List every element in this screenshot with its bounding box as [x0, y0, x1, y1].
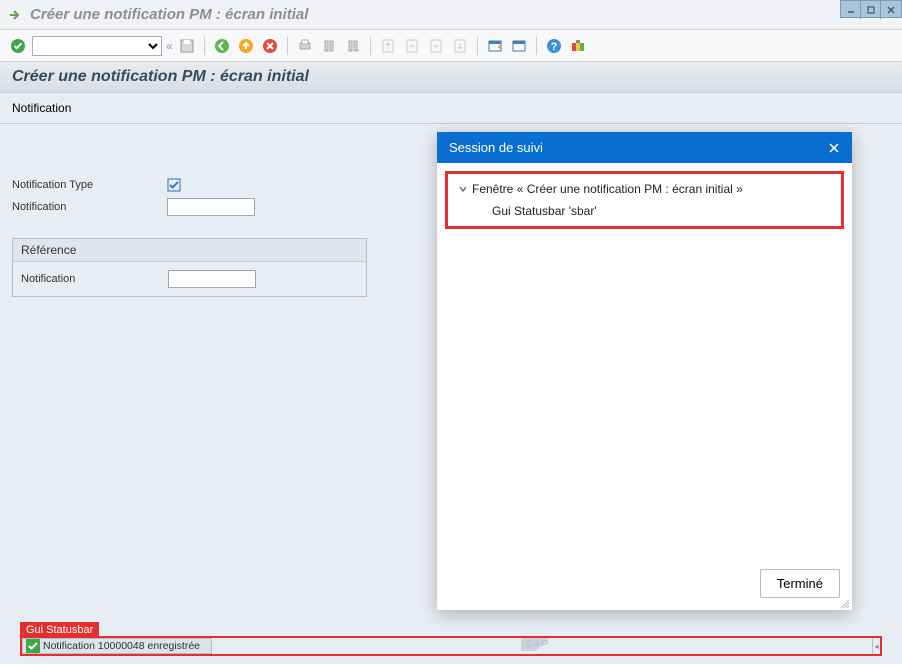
label-ref-notification: Notification [21, 273, 168, 285]
success-icon [26, 639, 40, 653]
session-popup: Session de suivi Fenêtre « Créer une not… [437, 132, 852, 610]
page-title: Créer une notification PM : écran initia… [12, 68, 890, 86]
input-ref-notification[interactable] [168, 270, 256, 288]
toolbar-divider [477, 37, 478, 55]
toolbar-divider [536, 37, 537, 55]
sap-logo: SAP [521, 638, 563, 651]
statusbar-fill: SAP [212, 638, 872, 654]
command-field[interactable] [32, 36, 162, 56]
tree-child-label: Gui Statusbar 'sbar' [492, 204, 597, 218]
popup-title-text: Session de suivi [449, 140, 543, 155]
input-notification[interactable] [167, 198, 255, 216]
close-button[interactable] [881, 1, 901, 19]
tab-notification[interactable]: Notification [12, 101, 71, 115]
status-expand-icon[interactable]: ◂ [872, 638, 880, 654]
toolbar-divider [370, 37, 371, 55]
resize-grip-icon[interactable] [838, 596, 850, 608]
customize-icon[interactable] [568, 36, 588, 56]
window-title: Créer une notification PM : écran initia… [30, 6, 840, 23]
highlighted-tree: Fenêtre « Créer une notification PM : éc… [445, 171, 844, 229]
toolbar-divider [204, 37, 205, 55]
new-session-icon[interactable] [485, 36, 505, 56]
exit-icon[interactable] [236, 36, 256, 56]
last-page-icon[interactable] [450, 36, 470, 56]
row-ref-notification: Notification [21, 268, 358, 290]
ok-icon[interactable] [8, 36, 28, 56]
svg-text:?: ? [550, 41, 557, 53]
tree-root-label: Fenêtre « Créer une notification PM : éc… [472, 182, 743, 196]
tree-root[interactable]: Fenêtre « Créer une notification PM : éc… [452, 178, 837, 200]
app-icon [8, 7, 24, 23]
status-message-box: Notification 10000048 enregistrée [22, 638, 212, 654]
next-page-icon[interactable] [426, 36, 446, 56]
toolbar: « ? [0, 30, 902, 62]
page-header: Créer une notification PM : écran initia… [0, 62, 902, 93]
find-icon[interactable] [319, 36, 339, 56]
maximize-button[interactable] [861, 1, 881, 19]
toolbar-divider [287, 37, 288, 55]
minimize-button[interactable] [841, 1, 861, 19]
reference-title: Référence [13, 239, 366, 262]
first-page-icon[interactable] [378, 36, 398, 56]
done-button[interactable]: Terminé [760, 569, 840, 598]
window-controls [840, 0, 902, 18]
back-icon[interactable] [212, 36, 232, 56]
popup-titlebar: Session de suivi [437, 132, 852, 163]
print-icon[interactable] [295, 36, 315, 56]
tab-bar: Notification [0, 93, 902, 124]
popup-close-button[interactable] [828, 142, 840, 154]
status-message: Notification 10000048 enregistrée [43, 640, 200, 652]
save-icon[interactable] [177, 36, 197, 56]
reference-group: Référence Notification [12, 238, 367, 297]
popup-footer: Terminé [437, 557, 852, 610]
statusbar: Notification 10000048 enregistrée SAP ◂ [20, 636, 882, 656]
prev-page-icon[interactable] [402, 36, 422, 56]
chevron-down-icon [458, 184, 468, 194]
layout-icon[interactable] [509, 36, 529, 56]
help-icon[interactable]: ? [544, 36, 564, 56]
history-back-icon[interactable]: « [166, 39, 173, 53]
popup-body: Fenêtre « Créer une notification PM : éc… [437, 163, 852, 557]
tree-child[interactable]: Gui Statusbar 'sbar' [452, 200, 837, 222]
label-notification-type: Notification Type [12, 179, 167, 191]
label-notification: Notification [12, 201, 167, 213]
type-required-icon [167, 178, 181, 192]
cancel-icon[interactable] [260, 36, 280, 56]
find-next-icon[interactable] [343, 36, 363, 56]
window-titlebar: Créer une notification PM : écran initia… [0, 0, 902, 30]
